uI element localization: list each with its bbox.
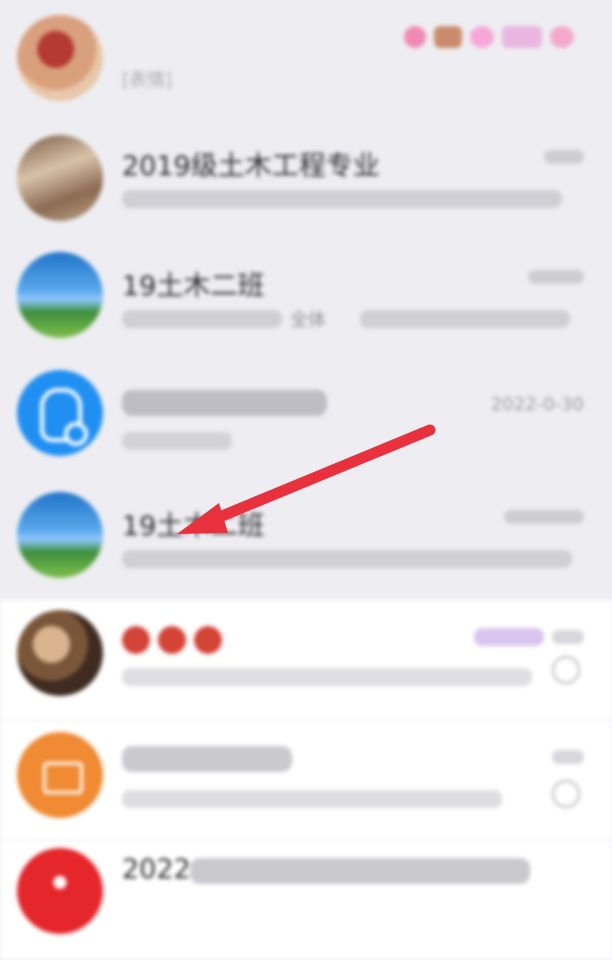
avatar[interactable] xyxy=(17,15,103,101)
chat-subtitle: 全体 xyxy=(290,310,326,331)
chat-subtitle xyxy=(122,550,572,568)
avatar[interactable] xyxy=(17,252,103,338)
chat-row[interactable]: 2019级土木工程专业 xyxy=(0,120,612,240)
avatar[interactable] xyxy=(17,848,103,934)
sticker-icon xyxy=(470,26,494,48)
chat-row[interactable] xyxy=(0,720,612,840)
chat-subtitle xyxy=(122,790,502,808)
chat-row[interactable]: [表情] xyxy=(0,0,612,120)
chat-title: 2019级土木工程专业 xyxy=(122,151,380,182)
chat-title xyxy=(122,746,292,772)
qq-penguin-icon[interactable] xyxy=(17,370,103,456)
chat-time xyxy=(504,510,584,524)
avatar[interactable] xyxy=(17,610,103,696)
chat-row[interactable]: 19土木二班 xyxy=(0,480,612,600)
chat-subtitle: [表情] xyxy=(122,70,173,91)
chat-row[interactable]: 2022-0-30 xyxy=(0,360,612,480)
chat-title: 2022 xyxy=(122,854,191,885)
bell-mute-icon xyxy=(552,656,580,684)
avatar[interactable] xyxy=(17,492,103,578)
chat-time xyxy=(552,630,584,644)
bell-mute-icon xyxy=(552,780,580,808)
badge xyxy=(474,628,544,646)
avatar[interactable] xyxy=(17,135,103,221)
sticker-icon xyxy=(550,26,574,48)
avatar[interactable] xyxy=(17,732,103,818)
chat-subtitle-rest xyxy=(360,310,570,328)
chat-time: 2022-0-30 xyxy=(490,394,584,415)
chat-subtitle-prefix xyxy=(122,310,282,328)
chat-row[interactable] xyxy=(0,600,612,720)
chat-time xyxy=(544,150,584,164)
chat-row[interactable]: 19土木二班 全体 xyxy=(0,240,612,360)
chat-time xyxy=(528,270,584,284)
chat-title-rest xyxy=(190,858,530,884)
chat-subtitle xyxy=(122,190,562,208)
chat-subtitle xyxy=(122,668,532,686)
chat-title xyxy=(122,390,327,416)
chat-title: 19土木二班 xyxy=(122,271,265,302)
sticker-icon xyxy=(434,26,462,48)
chat-time xyxy=(552,750,584,764)
sticker-icon xyxy=(404,26,426,48)
chat-row[interactable]: 2022 xyxy=(0,840,612,960)
emoji-strip xyxy=(122,626,222,654)
chat-list: [表情] 2019级土木工程专业 19土木二班 全体 2022-0-30 19土… xyxy=(0,0,612,960)
chat-title: 19土木二班 xyxy=(122,511,265,542)
chat-subtitle xyxy=(122,432,232,450)
sticker-strip xyxy=(404,26,574,48)
sticker-icon xyxy=(502,26,542,48)
